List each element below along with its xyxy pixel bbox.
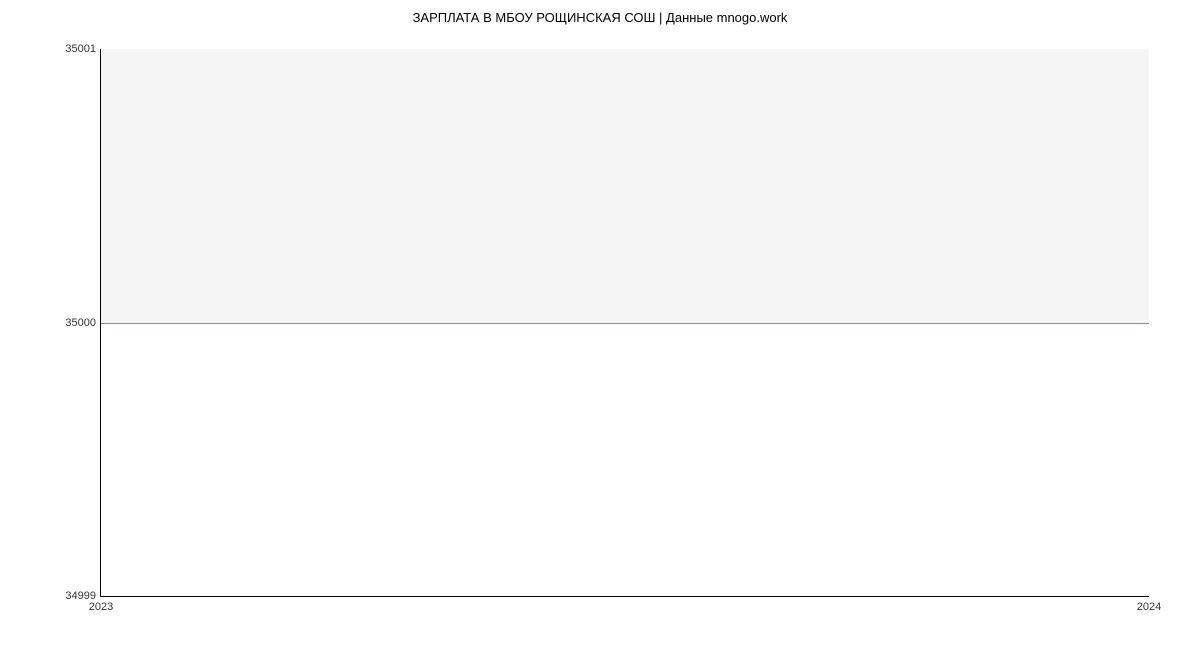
- x-tick-label: 2023: [89, 601, 113, 613]
- y-tick-label: 35000: [65, 317, 96, 329]
- data-line: [101, 323, 1149, 324]
- plot-area: 35001 35000 34999 2023 2024: [100, 49, 1149, 597]
- shaded-region: [101, 49, 1149, 323]
- chart-title: ЗАРПЛАТА В МБОУ РОЩИНСКАЯ СОШ | Данные m…: [0, 10, 1200, 25]
- x-tick-label: 2024: [1137, 601, 1161, 613]
- y-tick-label: 35001: [65, 43, 96, 55]
